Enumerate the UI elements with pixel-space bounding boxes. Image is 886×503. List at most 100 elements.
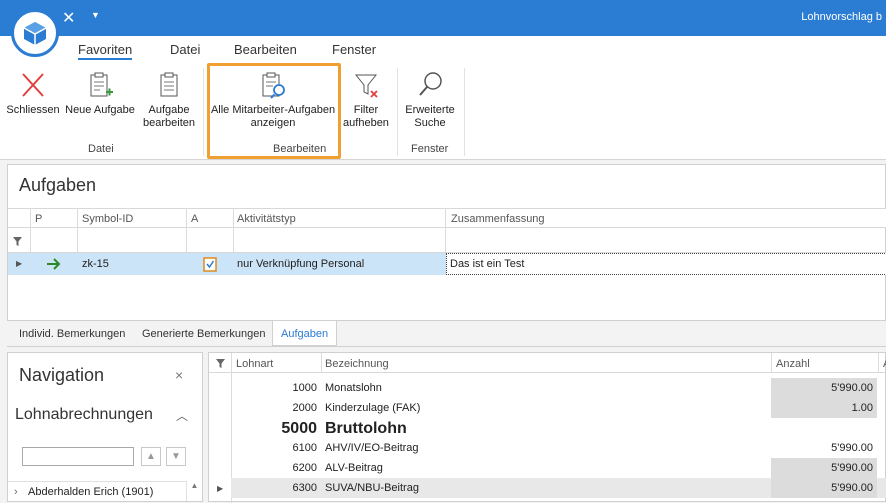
anzahl-cell: 5'990.00 xyxy=(771,478,877,498)
tab-individ-bemerkungen[interactable]: Individ. Bemerkungen xyxy=(11,321,133,346)
navigation-panel: Navigation × Lohnabrechnungen ︿ ▲ ▼ › Ab… xyxy=(7,352,203,502)
magnifier-icon xyxy=(419,72,442,96)
aufgabe-bearbeiten-label-1: Aufgabe xyxy=(148,104,190,116)
neue-aufgabe-label: Neue Aufgabe xyxy=(65,104,135,116)
group-separator xyxy=(203,68,204,156)
row-indicator-icon: ▶ xyxy=(217,484,224,493)
quick-access-dropdown-icon[interactable]: ▼ xyxy=(91,10,100,20)
filter-label-2: aufheben xyxy=(343,117,389,129)
table-row[interactable]: ▶ zk-15 nur Verknüpfung Personal Das ist… xyxy=(8,253,886,275)
chevron-up-button[interactable]: ▲ xyxy=(141,447,161,466)
grid-divider xyxy=(878,353,879,373)
aktivitaetstyp-cell: nur Verknüpfung Personal xyxy=(237,258,365,270)
navigation-search-input[interactable] xyxy=(22,447,134,466)
col-header-p[interactable]: P xyxy=(35,213,42,225)
zusammenfassung-cell[interactable]: Das ist ein Test xyxy=(446,253,886,275)
clipboard-add-icon xyxy=(90,72,113,97)
scrollbar[interactable]: ▲ xyxy=(186,481,202,501)
col-header-a[interactable]: A xyxy=(191,213,198,225)
col-header-lohnart[interactable]: Lohnart xyxy=(236,358,273,370)
employee-name: Abderhalden Erich (1901) xyxy=(28,486,154,498)
grid-divider xyxy=(321,353,322,373)
suche-label-1: Erweiterte xyxy=(405,104,455,116)
row-indicator-icon: ▶ xyxy=(16,259,23,268)
close-icon[interactable]: ✕ xyxy=(62,8,75,28)
col-header-anzahl[interactable]: Anzahl xyxy=(776,358,810,370)
bottom-tab-bar: Individ. Bemerkungen Generierte Bemerkun… xyxy=(7,320,886,346)
chevron-right-icon: › xyxy=(14,486,18,498)
task-check-icon xyxy=(203,257,217,272)
filter-label-1: Filter xyxy=(353,104,379,116)
filter-clear-icon xyxy=(354,74,378,98)
anzahl-cell xyxy=(771,419,877,439)
lohnart-cell: 6100 xyxy=(292,442,317,454)
anzahl-cell: 5'990.00 xyxy=(771,378,877,398)
suche-label-2: Suche xyxy=(414,117,446,129)
col-header-bezeichnung[interactable]: Bezeichnung xyxy=(325,358,389,370)
tab-aufgaben[interactable]: Aufgaben xyxy=(272,321,338,346)
lohnarten-grid: Lohnart Bezeichnung Anzahl A 1000 Monats… xyxy=(208,352,886,503)
tab-generierte-bemerkungen[interactable]: Generierte Bemerkungen xyxy=(134,321,274,346)
table-row[interactable]: 6100 AHV/IV/EO-Beitrag 5'990.00 xyxy=(231,438,886,458)
window-title: Lohnvorschlag b xyxy=(801,11,882,23)
group-separator xyxy=(397,68,398,156)
col-header-symbol-id[interactable]: Symbol-ID xyxy=(82,213,133,225)
close-x-icon xyxy=(22,73,44,97)
arrow-right-icon xyxy=(47,258,61,270)
app-logo-icon[interactable] xyxy=(11,9,59,57)
symbol-id-cell: zk-15 xyxy=(82,258,109,270)
table-row[interactable]: 6200 ALV-Beitrag 5'990.00 xyxy=(231,458,886,478)
aufgabe-bearbeiten-label-2: bearbeiten xyxy=(143,117,195,129)
anzahl-cell: 5'990.00 xyxy=(831,442,873,454)
close-icon[interactable]: × xyxy=(175,367,183,383)
lohnabrechnungen-header[interactable]: Lohnabrechnungen xyxy=(15,406,153,424)
col-header-aktivitaetstyp[interactable]: Aktivitätstyp xyxy=(237,213,296,225)
neue-aufgabe-button[interactable]: Neue Aufgabe xyxy=(64,70,136,117)
aufgabe-bearbeiten-button[interactable]: Aufgabe bearbeiten xyxy=(139,70,199,130)
anzahl-cell: 1.00 xyxy=(771,398,877,418)
table-row[interactable]: 6300 SUVA/NBU-Beitrag 5'990.00 xyxy=(231,478,886,498)
bezeichnung-cell: SUVA/NBU-Beitrag xyxy=(325,482,419,494)
schliessen-label: Schliessen xyxy=(6,104,60,116)
table-row[interactable]: 1000 Monatslohn 5'990.00 xyxy=(231,378,886,398)
lohnart-cell: 2000 xyxy=(292,402,317,414)
group-separator xyxy=(464,68,465,156)
table-row[interactable]: 2000 Kinderzulage (FAK) 1.00 xyxy=(231,398,886,418)
filter-aufheben-button[interactable]: Filter aufheben xyxy=(340,70,392,130)
tab-favoriten[interactable]: Favoriten xyxy=(78,42,133,60)
bezeichnung-cell: AHV/IV/EO-Beitrag xyxy=(325,442,419,454)
filter-icon[interactable] xyxy=(216,359,225,368)
chevron-up-icon[interactable]: ︿ xyxy=(176,407,188,424)
bezeichnung-cell: ALV-Beitrag xyxy=(325,462,383,474)
aufgaben-title: Aufgaben xyxy=(19,175,97,195)
tab-fenster[interactable]: Fenster xyxy=(332,42,376,57)
filter-icon xyxy=(13,237,22,246)
lohnarten-header: Lohnart Bezeichnung Anzahl A xyxy=(209,353,886,373)
lohnart-cell: 6200 xyxy=(292,462,317,474)
table-row[interactable]: 5000 Bruttolohn xyxy=(231,419,886,439)
list-item[interactable]: › Abderhalden Erich (1901) xyxy=(8,481,186,501)
bezeichnung-cell: Kinderzulage (FAK) xyxy=(325,402,421,414)
aufgaben-grid-header: P Symbol-ID A Aktivitätstyp Zusammenfass… xyxy=(8,208,886,228)
lohnart-cell: 5000 xyxy=(281,420,317,437)
lohnart-cell: 6300 xyxy=(292,482,317,494)
title-bar: ✕ ▼ Lohnvorschlag b xyxy=(0,0,886,36)
navigation-title: Navigation xyxy=(19,365,105,385)
chevron-down-button[interactable]: ▼ xyxy=(166,447,186,466)
group-label-fenster: Fenster xyxy=(411,143,449,155)
bezeichnung-cell: Monatslohn xyxy=(325,382,382,394)
group-label-datei: Datei xyxy=(88,143,114,155)
clipboard-edit-icon xyxy=(160,72,178,97)
ribbon: Schliessen Neue Aufgabe Aufgabe bearbeit… xyxy=(0,62,886,160)
bezeichnung-cell: Bruttolohn xyxy=(325,420,407,437)
erweiterte-suche-button[interactable]: Erweiterte Suche xyxy=(400,70,460,130)
schliessen-button[interactable]: Schliessen xyxy=(6,70,60,117)
lohnart-cell: 1000 xyxy=(292,382,317,394)
col-header-zusammenfassung[interactable]: Zusammenfassung xyxy=(451,213,545,225)
tab-bearbeiten[interactable]: Bearbeiten xyxy=(234,42,297,57)
aufgaben-filter-row[interactable] xyxy=(8,229,886,253)
anzahl-cell: 5'990.00 xyxy=(771,458,877,478)
grid-divider xyxy=(771,353,772,373)
tab-datei[interactable]: Datei xyxy=(170,42,200,57)
ribbon-tab-bar: Favoriten Datei Bearbeiten Fenster xyxy=(0,36,886,62)
